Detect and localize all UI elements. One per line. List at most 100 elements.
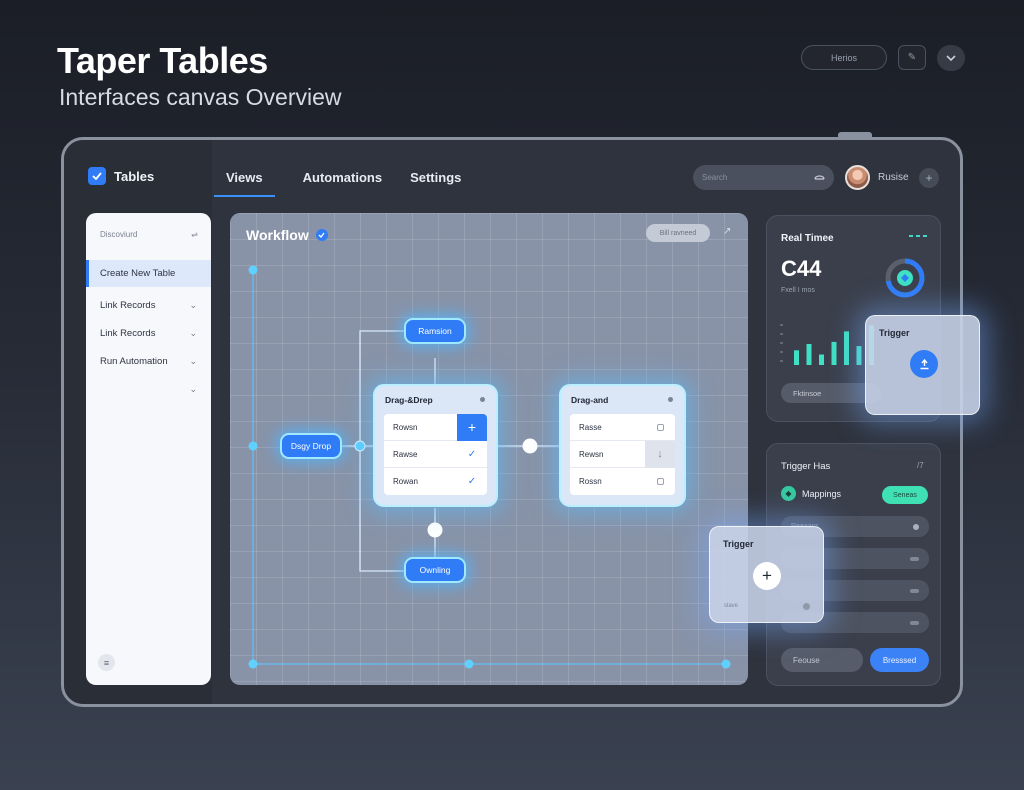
- sidebar-item-label: Link Records: [100, 328, 156, 339]
- mappings-label: Mappings: [802, 488, 842, 499]
- tab-bar: Views Automations Settings: [214, 168, 489, 197]
- guide-handle: [248, 441, 258, 451]
- realtime-caption: Fxell I mos: [781, 287, 815, 294]
- check-icon: [88, 167, 106, 185]
- sidebar-item-label: Link Records: [100, 300, 156, 311]
- list-item[interactable]: Rewsn ↓: [570, 440, 675, 468]
- filter-icon[interactable]: ⇌: [191, 230, 198, 239]
- check-icon: ✓: [467, 448, 477, 460]
- mappings-row[interactable]: ◆ Mappings: [781, 486, 841, 501]
- chevron-down-icon[interactable]: [937, 45, 965, 71]
- chart-bar: [831, 341, 837, 365]
- chevron-down-icon: ⌄: [189, 300, 197, 310]
- list-item[interactable]: Rowan ✓: [384, 468, 487, 495]
- search-icon: [814, 173, 825, 183]
- connector-joint: [354, 440, 366, 452]
- status-dot: [668, 397, 673, 402]
- sidebar-header: Discoviurd ⇌: [100, 230, 198, 239]
- trigger-card-floating-2[interactable]: Trigger + slave: [709, 526, 824, 623]
- sidebar-item-label: Run Automation: [100, 356, 168, 367]
- upload-icon[interactable]: [910, 350, 938, 378]
- trigger-card-floating[interactable]: Trigger: [865, 315, 980, 415]
- chart-bar: [806, 344, 812, 365]
- settings-icon[interactable]: +: [919, 168, 939, 188]
- workflow-canvas[interactable]: Workflow Bill ravneed ↗ Ramsion Dsgy Dro…: [230, 213, 748, 685]
- status-dot: [480, 397, 485, 402]
- sidebar-item-link-records-2[interactable]: Link Records ⌄: [86, 320, 211, 347]
- guide-handle: [464, 659, 474, 669]
- realtime-bar-chart: [780, 324, 874, 365]
- trigger-card-footer: slave: [724, 603, 739, 609]
- list-item[interactable]: Rossn: [570, 468, 675, 495]
- checkbox-icon[interactable]: [645, 468, 675, 495]
- top-pill-button[interactable]: Herios: [801, 45, 887, 70]
- sidebar: Discoviurd ⇌ Create New Table Link Recor…: [86, 213, 211, 685]
- mapping-icon: ◆: [781, 486, 796, 501]
- row-label: Rawse: [393, 449, 418, 459]
- trigger-card-title: Trigger: [879, 328, 910, 338]
- sidebar-item-run-automation[interactable]: Run Automation ⌄: [86, 348, 211, 375]
- primary-button[interactable]: Bresssed: [870, 648, 929, 672]
- node-bottom[interactable]: Ownling: [404, 557, 466, 583]
- secondary-button[interactable]: Feouse: [781, 648, 863, 672]
- sidebar-header-label: Discoviurd: [100, 230, 138, 239]
- card-rows: Rasse Rewsn ↓ Rossn: [570, 414, 675, 495]
- row-label: Rasse: [579, 422, 602, 432]
- list-item[interactable]: Rasse: [570, 414, 675, 441]
- toggle-icon: [910, 556, 919, 561]
- status-dot: [803, 603, 810, 610]
- row-label: Rowsn: [393, 422, 418, 432]
- chart-bar: [856, 346, 862, 365]
- donut-gauge: [885, 258, 925, 298]
- menu-icon[interactable]: ≡: [98, 654, 115, 671]
- add-icon[interactable]: +: [457, 414, 487, 441]
- guide-handle: [721, 659, 731, 669]
- realtime-title: Real Timee: [781, 233, 834, 244]
- app-window: Tables Views Automations Settings Search…: [61, 137, 963, 707]
- mapping-badge[interactable]: Seneas: [882, 486, 928, 504]
- guide-handle: [248, 265, 258, 275]
- row-label: Rowan: [393, 477, 418, 486]
- toggle-icon: [910, 588, 919, 593]
- arrow-down-icon[interactable]: ↓: [645, 440, 675, 468]
- page-title: Taper Tables: [57, 40, 268, 81]
- node-top[interactable]: Ramsion: [404, 318, 466, 344]
- search-input[interactable]: Search: [693, 165, 834, 190]
- card-title: Drag-and: [571, 395, 609, 405]
- trigger-panel-corner: /7: [917, 461, 924, 470]
- page-subtitle: Interfaces canvas Overview: [59, 84, 342, 110]
- check-icon: ✓: [467, 476, 477, 487]
- sidebar-item-create-new-table[interactable]: Create New Table: [86, 260, 211, 287]
- tab-settings[interactable]: Settings: [410, 168, 461, 197]
- toggle-icon: [910, 620, 919, 625]
- user-name[interactable]: Rusise: [878, 172, 909, 183]
- connector-joint: [427, 522, 443, 538]
- sidebar-item-empty[interactable]: ⌄: [86, 376, 211, 403]
- node-left[interactable]: Dsgy Drop: [280, 433, 342, 459]
- chevron-down-icon: ⌄: [189, 328, 197, 338]
- realtime-value: C44: [781, 256, 822, 281]
- pencil-icon[interactable]: ✎: [898, 45, 926, 70]
- checkbox-icon[interactable]: [645, 414, 675, 441]
- card-title: Drag-&Drep: [385, 395, 433, 405]
- list-item[interactable]: Rowsn +: [384, 414, 487, 441]
- more-icon[interactable]: [909, 235, 927, 237]
- list-item[interactable]: Rawse ✓: [384, 441, 487, 468]
- sidebar-item-link-records[interactable]: Link Records ⌄: [86, 292, 211, 319]
- workflow-card-left[interactable]: Drag-&Drep Rowsn + Rawse ✓ Rowan ✓: [373, 384, 498, 507]
- chevron-down-icon: ⌄: [189, 384, 197, 394]
- tab-automations[interactable]: Automations: [303, 168, 382, 197]
- avatar[interactable]: [845, 165, 870, 190]
- search-placeholder: Search: [702, 173, 728, 182]
- trigger-panel-title: Trigger Has: [781, 461, 831, 472]
- brand[interactable]: Tables: [88, 167, 154, 185]
- brand-label: Tables: [114, 168, 155, 184]
- chart-bar: [819, 354, 824, 365]
- tab-views[interactable]: Views: [214, 168, 275, 197]
- sidebar-item-label: Create New Table: [100, 268, 176, 279]
- workflow-card-right[interactable]: Drag-and Rasse Rewsn ↓ Rossn: [559, 384, 686, 507]
- add-icon[interactable]: +: [753, 562, 781, 590]
- row-label: Rewsn: [579, 449, 604, 459]
- chart-bar: [794, 350, 799, 365]
- guide-handle: [248, 659, 258, 669]
